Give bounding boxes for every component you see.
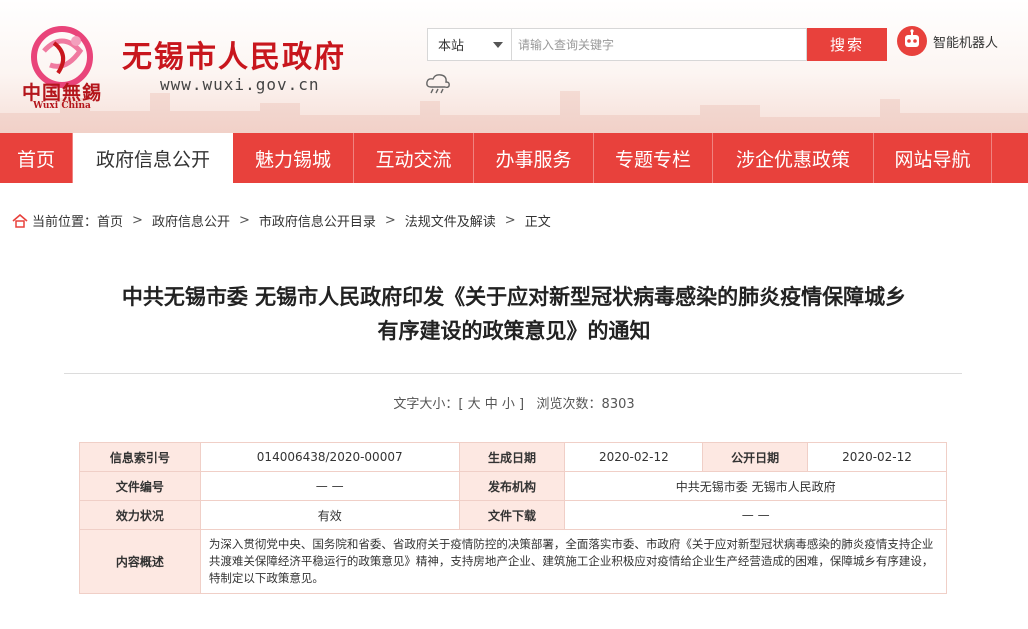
divider — [64, 373, 962, 374]
breadcrumb-item-regulations[interactable]: 法规文件及解读 — [405, 211, 496, 230]
info-value: 有效 — [199, 500, 460, 530]
breadcrumb-separator: > — [384, 213, 396, 228]
nav-item-enterprise-policy[interactable]: 涉企优惠政策 — [713, 133, 874, 183]
views-label: 浏览次数： — [536, 397, 602, 412]
info-key: 文件编号 — [79, 471, 201, 501]
breadcrumb-item-current: 正文 — [524, 215, 551, 230]
summary-text: 为深入贯彻党中央、国务院和省委、省政府关于疫情防控的决策部署，全面落实市委、市政… — [199, 529, 948, 594]
info-key: 内容概述 — [79, 529, 201, 594]
site-header: 中国無錫 Wuxi China 无锡市人民政府 www.wuxi.gov.cn … — [0, 0, 1028, 133]
search-box: 本站 — [427, 28, 807, 61]
table-row: 信息索引号 014006438/2020-00007 生成日期 2020-02-… — [79, 442, 947, 472]
search-button[interactable]: 搜索 — [807, 28, 887, 61]
breadcrumb: 当前位置： 首页 > 政府信息公开 > 市政府信息公开目录 > 法规文件及解读 … — [12, 211, 551, 230]
robot-icon — [897, 26, 927, 56]
breadcrumb-separator: > — [504, 213, 516, 228]
breadcrumb-item-home[interactable]: 首页 — [97, 211, 123, 230]
logo-subtitle: Wuxi China — [33, 101, 91, 111]
nav-item-services[interactable]: 办事服务 — [474, 133, 594, 183]
info-key: 效力状况 — [79, 500, 201, 530]
nav-item-home[interactable]: 首页 — [0, 133, 73, 183]
cloud-rain-icon — [426, 74, 450, 94]
main-nav: 首页 政府信息公开 魅力锡城 互动交流 办事服务 专题专栏 涉企优惠政策 网站导… — [0, 133, 1028, 183]
search-scope-value: 本站 — [438, 39, 465, 54]
file-download-link[interactable]: — — — [564, 500, 947, 530]
nav-item-topics[interactable]: 专题专栏 — [594, 133, 713, 183]
info-key: 生成日期 — [458, 442, 566, 472]
home-icon — [12, 213, 28, 228]
skyline-decoration — [0, 91, 1028, 133]
info-key: 信息索引号 — [79, 442, 201, 472]
article-title: 中共无锡市委 无锡市人民政府印发《关于应对新型冠状病毒感染的肺炎疫情保障城乡 有… — [40, 280, 988, 348]
table-row: 文件编号 — — 发布机构 中共无锡市委 无锡市人民政府 — [79, 471, 947, 501]
info-value: 014006438/2020-00007 — [199, 442, 460, 472]
font-size-large-button[interactable]: 大 — [468, 397, 481, 412]
article-title-line: 中共无锡市委 无锡市人民政府印发《关于应对新型冠状病毒感染的肺炎疫情保障城乡 — [121, 285, 907, 309]
site-title[interactable]: 无锡市人民政府 — [122, 32, 346, 76]
info-value: 2020-02-12 — [807, 442, 947, 472]
site-url: www.wuxi.gov.cn — [160, 75, 320, 94]
info-value: 2020-02-12 — [564, 442, 704, 472]
search-input[interactable] — [512, 29, 806, 60]
views-count: 8303 — [601, 397, 635, 412]
nav-item-sitemap[interactable]: 网站导航 — [874, 133, 992, 183]
breadcrumb-separator: > — [238, 213, 250, 228]
info-key: 公开日期 — [702, 442, 809, 472]
info-value: 中共无锡市委 无锡市人民政府 — [564, 471, 947, 501]
breadcrumb-item-catalog[interactable]: 市政府信息公开目录 — [259, 211, 376, 230]
breadcrumb-separator: > — [132, 213, 143, 228]
article-title-line: 有序建设的政策意见》的通知 — [377, 319, 651, 343]
font-size-label: 文字大小：[ — [393, 397, 464, 412]
article-meta: 文字大小：[ 大 中 小 ] 浏览次数：8303 — [0, 393, 1028, 412]
chevron-down-icon — [493, 42, 503, 48]
breadcrumb-item-gov-info[interactable]: 政府信息公开 — [152, 211, 230, 230]
nav-item-charm[interactable]: 魅力锡城 — [233, 133, 354, 183]
table-row: 内容概述 为深入贯彻党中央、国务院和省委、省政府关于疫情防控的决策部署，全面落实… — [79, 529, 948, 594]
info-key: 文件下载 — [458, 500, 566, 530]
breadcrumb-prefix: 当前位置： — [32, 215, 98, 230]
table-row: 效力状况 有效 文件下载 — — — [79, 500, 947, 530]
font-size-bracket-end: ] — [519, 397, 525, 412]
smart-robot-link[interactable]: 智能机器人 — [897, 26, 998, 56]
info-value: — — — [199, 471, 460, 501]
font-size-medium-button[interactable]: 中 — [485, 397, 498, 412]
nav-item-gov-info[interactable]: 政府信息公开 — [73, 133, 233, 183]
info-table: 信息索引号 014006438/2020-00007 生成日期 2020-02-… — [79, 442, 948, 594]
info-key: 发布机构 — [458, 471, 566, 501]
robot-label: 智能机器人 — [933, 35, 999, 51]
nav-item-interaction[interactable]: 互动交流 — [354, 133, 474, 183]
search-scope-select[interactable]: 本站 — [428, 29, 512, 60]
font-size-small-button[interactable]: 小 — [502, 397, 515, 412]
